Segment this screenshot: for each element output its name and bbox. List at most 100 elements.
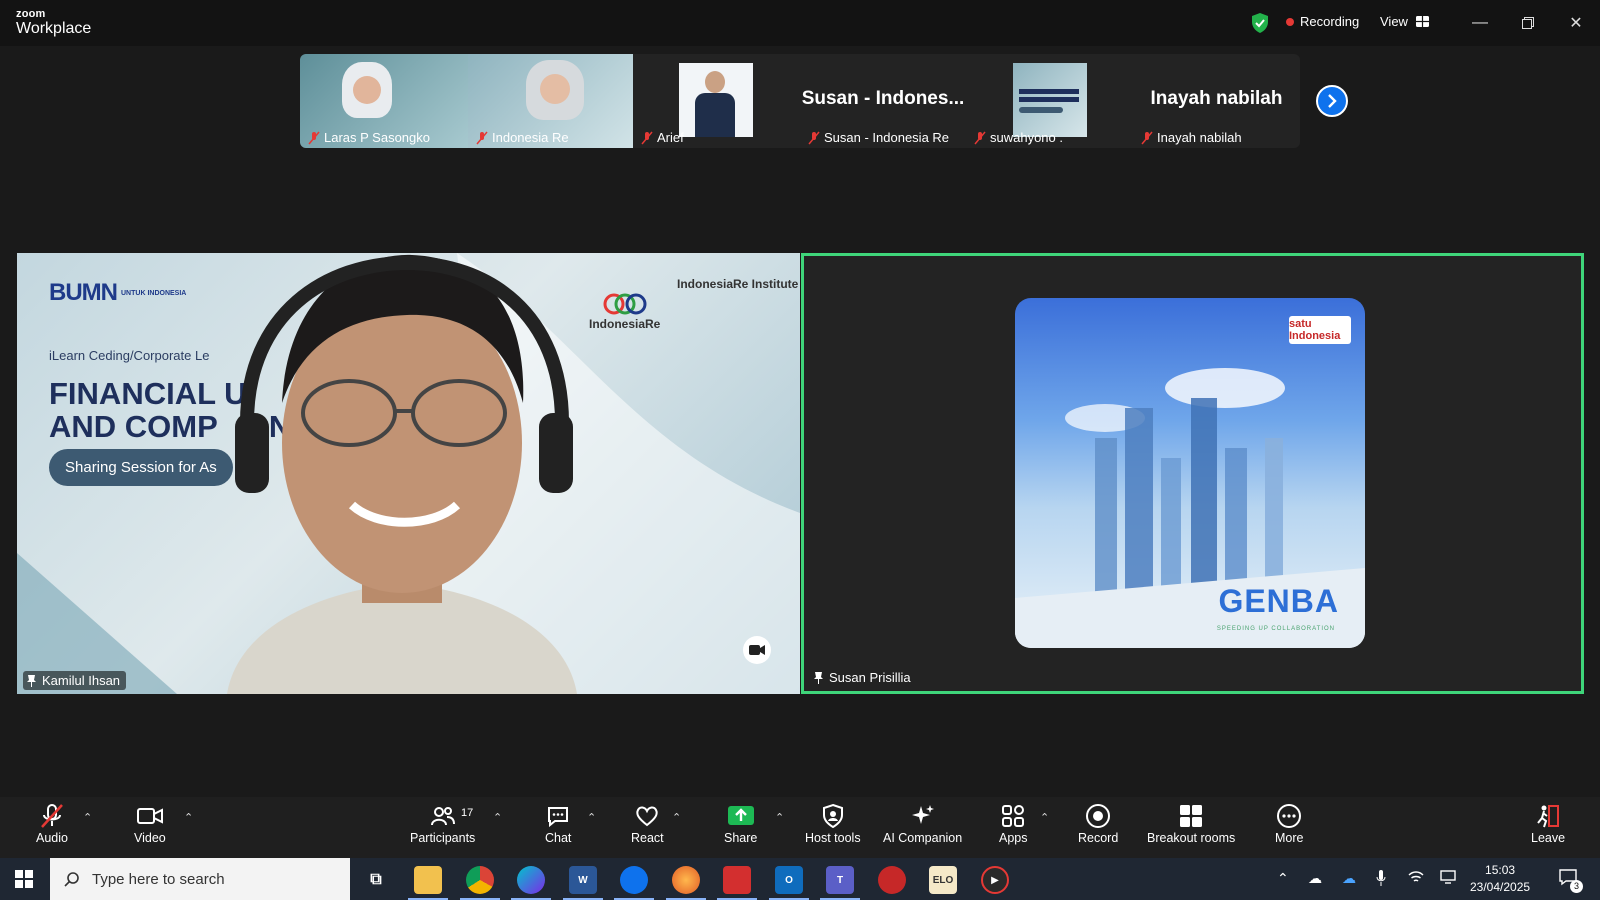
react-button[interactable]: React [631, 803, 664, 845]
media-player-icon[interactable]: ▶ [981, 866, 1009, 894]
task-view-icon[interactable]: ⧉ [362, 866, 390, 894]
sparkle-icon [911, 805, 934, 824]
participant-tile[interactable]: Laras P Sasongko [300, 54, 468, 148]
apps-button[interactable]: Apps [999, 803, 1028, 845]
minimize-icon[interactable]: — [1469, 12, 1491, 34]
chat-button[interactable]: Chat [545, 803, 571, 845]
taskbar-search-input[interactable]: Type here to search [50, 858, 350, 900]
zoom-app: zoom Workplace Recording View — ✕ Laras … [0, 0, 1600, 858]
zoom-logo: zoom Workplace [16, 8, 92, 37]
mic-muted-icon [1141, 131, 1153, 144]
title-bar: zoom Workplace Recording View — ✕ [0, 0, 1600, 46]
genba-logo-text: GENBA [1218, 583, 1339, 619]
canva-icon[interactable] [517, 866, 545, 894]
apps-icon [1002, 805, 1025, 827]
mic-muted-icon [308, 131, 320, 144]
mic-muted-icon [641, 131, 653, 144]
word-icon[interactable]: W [569, 866, 597, 894]
view-button[interactable]: View [1380, 14, 1429, 29]
record-icon [1086, 804, 1111, 828]
microphone-icon[interactable] [1376, 870, 1386, 889]
camera-icon[interactable] [743, 636, 771, 664]
chrome-icon[interactable] [466, 866, 494, 894]
audio-options-chevron-icon[interactable]: ⌃ [83, 811, 92, 824]
windows-taskbar: Type here to search ⧉ W O T ELO ▶ ⌃ ☁ ☁ … [0, 858, 1600, 900]
record-button[interactable]: Record [1078, 803, 1118, 845]
taskbar-clock[interactable]: 15:03 23/04/2025 [1470, 862, 1530, 896]
host-tools-button[interactable]: Host tools [805, 803, 861, 845]
react-options-chevron-icon[interactable]: ⌃ [672, 811, 681, 824]
participant-tile[interactable]: suwahyono . [966, 54, 1133, 148]
share-button[interactable]: Share [724, 803, 757, 845]
mic-muted-icon [808, 131, 820, 144]
pin-icon [27, 674, 36, 687]
cloud-icon[interactable]: ☁ [1308, 870, 1322, 887]
participant-name-label: Susan Prisillia [810, 668, 917, 687]
host-shield-icon [822, 803, 843, 829]
firefox-icon[interactable] [672, 866, 700, 894]
breakout-rooms-icon [1180, 805, 1203, 827]
restore-icon[interactable] [1517, 12, 1539, 34]
share-screen-icon [727, 806, 754, 825]
leave-button[interactable]: Leave [1531, 803, 1565, 845]
participant-video [679, 63, 753, 137]
participant-video [1013, 63, 1087, 137]
heart-icon [636, 806, 659, 827]
zoom-icon[interactable] [620, 866, 648, 894]
mic-muted-icon [41, 804, 63, 828]
more-button[interactable]: More [1275, 803, 1303, 845]
pin-icon [814, 671, 823, 684]
recording-indicator[interactable]: Recording [1286, 14, 1359, 29]
tray-chevron-up-icon[interactable]: ⌃ [1277, 870, 1289, 887]
elo-app-icon[interactable]: ELO [929, 866, 957, 894]
leave-door-icon [1537, 805, 1560, 828]
participant-tile[interactable]: Susan - Indones... Susan - Indonesia Re [800, 54, 966, 148]
more-icon [1277, 804, 1302, 828]
participant-tile[interactable]: Inayah nabilah Inayah nabilah [1133, 54, 1300, 148]
display-icon[interactable] [1440, 870, 1456, 887]
acrobat-icon[interactable] [723, 866, 751, 894]
genba-tagline: SPEEDING UP COLLABORATION [1216, 626, 1335, 632]
participants-count-badge: 17 [461, 807, 474, 819]
video-options-chevron-icon[interactable]: ⌃ [184, 811, 193, 824]
video-tile-kamilul[interactable]: BUMN UNTUK INDONESIA IndonesiaRe Indonesi… [17, 253, 800, 694]
ai-companion-button[interactable]: AI Companion [883, 803, 962, 845]
wifi-icon[interactable] [1408, 870, 1424, 887]
recording-dot-icon [1286, 17, 1294, 26]
onedrive-icon[interactable]: ☁ [1342, 870, 1356, 887]
mic-muted-icon [476, 131, 488, 144]
encryption-shield-icon[interactable] [1250, 12, 1270, 34]
chevron-right-icon [1328, 94, 1337, 108]
participant-video [227, 254, 577, 694]
audio-button[interactable]: Audio [36, 803, 68, 845]
apps-options-chevron-icon[interactable]: ⌃ [1040, 811, 1049, 824]
search-icon [64, 872, 79, 887]
breakout-rooms-button[interactable]: Breakout rooms [1147, 803, 1235, 845]
bumn-logo: BUMN UNTUK INDONESIA [49, 279, 187, 306]
share-options-chevron-icon[interactable]: ⌃ [775, 811, 784, 824]
participants-options-chevron-icon[interactable]: ⌃ [493, 811, 502, 824]
participant-tile[interactable]: Indonesia Re [468, 54, 633, 148]
indonesiare-institute-logo: IndonesiaRe Institute [677, 277, 799, 291]
video-button[interactable]: Video [134, 803, 166, 845]
chat-icon [548, 807, 569, 828]
next-page-button[interactable] [1316, 85, 1348, 117]
participant-filmstrip: Laras P Sasongko Indonesia Re Arief Susa… [300, 54, 1300, 148]
genba-avatar-image: satu Indonesia GENBA SPEEDING UP COLLABO… [1015, 298, 1365, 648]
file-explorer-icon[interactable] [414, 866, 442, 894]
security-app-icon[interactable] [878, 866, 906, 894]
outlook-icon[interactable]: O [775, 866, 803, 894]
participant-tile[interactable]: Arief [633, 54, 800, 148]
video-camera-icon [136, 808, 163, 824]
notification-count-badge: 3 [1570, 880, 1583, 893]
windows-start-icon[interactable] [15, 870, 33, 893]
participants-icon [430, 807, 455, 826]
chat-options-chevron-icon[interactable]: ⌃ [587, 811, 596, 824]
teams-icon[interactable]: T [826, 866, 854, 894]
close-icon[interactable]: ✕ [1565, 12, 1587, 34]
grid-view-icon [1415, 16, 1429, 27]
video-tile-susan[interactable]: satu Indonesia GENBA SPEEDING UP COLLABO… [801, 253, 1584, 694]
meeting-toolbar: Audio ⌃ Video ⌃ Participants 17 ⌃ Chat ⌃… [0, 797, 1600, 858]
participant-name-label: Kamilul Ihsan [23, 671, 127, 690]
satu-indonesia-logo: satu Indonesia [1289, 316, 1351, 344]
